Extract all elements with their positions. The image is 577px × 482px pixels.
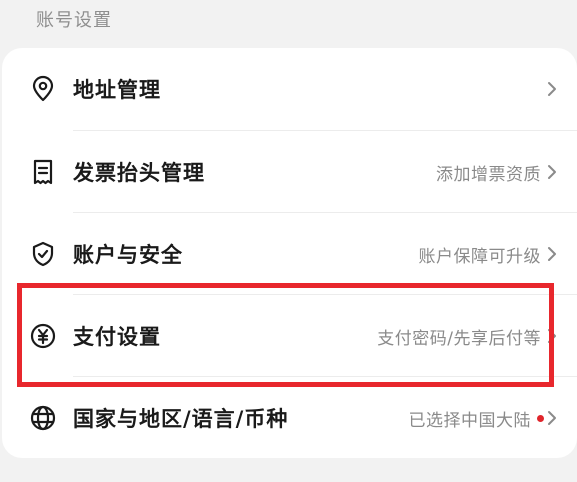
section-title: 账号设置 xyxy=(36,10,112,31)
shield-check-icon xyxy=(28,239,58,269)
location-pin-icon xyxy=(28,74,58,104)
yuan-circle-icon xyxy=(28,321,58,351)
payment-settings-row[interactable]: 支付设置 支付密码/先享后付等 xyxy=(2,295,577,377)
row-label: 地址管理 xyxy=(73,78,161,102)
row-label: 账户与安全 xyxy=(73,243,183,267)
address-management-row[interactable]: 地址管理 xyxy=(2,48,577,130)
row-value: 支付密码/先享后付等 xyxy=(377,328,541,349)
chevron-right-icon xyxy=(548,165,556,179)
chevron-right-icon xyxy=(548,329,556,343)
row-value: 添加增票资质 xyxy=(436,164,541,185)
notification-dot xyxy=(537,415,544,422)
invoice-title-row[interactable]: 发票抬头管理 添加增票资质 xyxy=(2,131,577,213)
row-value: 已选择中国大陆 xyxy=(408,410,531,431)
region-language-currency-row[interactable]: 国家与地区/语言/币种 已选择中国大陆 xyxy=(2,377,577,459)
chevron-right-icon xyxy=(548,411,556,425)
row-label: 国家与地区/语言/币种 xyxy=(73,407,289,431)
row-label: 发票抬头管理 xyxy=(73,161,205,185)
invoice-icon xyxy=(28,157,58,187)
row-label: 支付设置 xyxy=(73,325,161,349)
chevron-right-icon xyxy=(548,247,556,261)
chevron-right-icon xyxy=(548,82,556,96)
account-settings-card: 地址管理 发票抬头管理 添加增票资质 账户与安全 账户保障可升级 支付设置 支付… xyxy=(2,48,577,458)
account-security-row[interactable]: 账户与安全 账户保障可升级 xyxy=(2,213,577,295)
globe-icon xyxy=(28,403,58,433)
row-value: 账户保障可升级 xyxy=(418,246,541,267)
